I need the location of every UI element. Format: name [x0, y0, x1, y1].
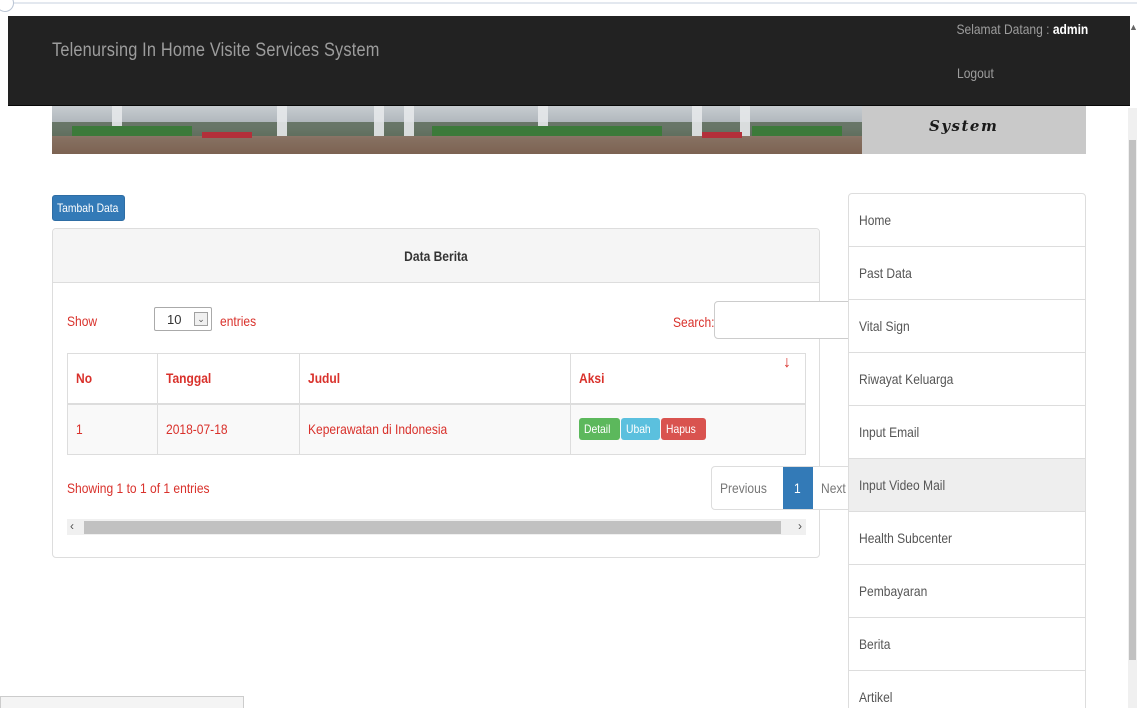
search-label: Search: — [673, 314, 715, 330]
welcome-text: Selamat Datang : admin — [956, 21, 1088, 37]
panel-heading: Data Berita — [53, 229, 819, 283]
table-header-row: No Tanggal Judul Aksi ↓ — [67, 353, 806, 405]
sidebar-item-vital-sign[interactable]: Vital Sign — [848, 300, 1086, 353]
entries-label: entries — [220, 313, 257, 329]
column-header-aksi[interactable]: Aksi ↓ — [570, 353, 806, 405]
banner-system-text: System — [929, 117, 999, 135]
page-length-value: 10 — [167, 312, 182, 327]
sidebar-item-riwayat-keluarga[interactable]: Riwayat Keluarga — [848, 353, 1086, 406]
sort-arrow-icon[interactable]: ↓ — [783, 354, 791, 372]
delete-button[interactable]: Hapus — [660, 418, 706, 441]
navbar: Telenursing In Home Visite Services Syst… — [8, 16, 1130, 106]
page-vertical-scrollbar[interactable] — [1128, 108, 1137, 708]
column-header-judul[interactable]: Judul — [298, 353, 572, 405]
pagination-previous[interactable]: Previous — [712, 467, 783, 509]
brand-title[interactable]: Telenursing In Home Visite Services Syst… — [52, 40, 379, 62]
scroll-up-icon[interactable]: ▲ — [1129, 22, 1137, 32]
add-data-button[interactable]: Tambah Data — [52, 195, 125, 221]
cell-judul: Keperawatan di Indonesia — [298, 403, 572, 455]
browser-top-strip — [0, 0, 1137, 14]
scroll-right-icon[interactable]: › — [798, 519, 802, 533]
pagination: Previous 1 Next — [711, 466, 859, 510]
welcome-prefix: Selamat Datang : — [956, 21, 1050, 37]
cell-tanggal: 2018-07-18 — [156, 403, 300, 455]
page-scrollbar-thumb[interactable] — [1129, 140, 1136, 660]
sidebar-menu: Home Past Data Vital Sign Riwayat Keluar… — [848, 193, 1086, 708]
sidebar-item-health-subcenter[interactable]: Health Subcenter — [848, 512, 1086, 565]
sidebar-item-input-video-mail[interactable]: Input Video Mail — [848, 459, 1086, 512]
status-bar — [0, 696, 244, 708]
detail-button[interactable]: Detail — [579, 418, 621, 441]
sidebar-item-input-email[interactable]: Input Email — [848, 406, 1086, 459]
scrollbar-thumb[interactable] — [84, 521, 781, 534]
news-table: No Tanggal Judul Aksi ↓ 1 2018-07-18 Kep… — [67, 353, 806, 455]
add-data-label: Tambah Data — [57, 201, 119, 215]
table-row: 1 2018-07-18 Keperawatan di Indonesia De… — [67, 403, 806, 455]
username: admin — [1052, 21, 1088, 37]
page-length-select[interactable]: 10 ⌄ — [154, 307, 212, 331]
sidebar-item-home[interactable]: Home — [848, 193, 1086, 247]
show-label: Show — [67, 313, 98, 329]
scroll-left-icon[interactable]: ‹ — [70, 519, 74, 533]
chevron-down-icon: ⌄ — [194, 312, 208, 326]
cell-actions: Detail Ubah Hapus — [570, 403, 806, 455]
search-input[interactable] — [714, 301, 858, 339]
panel-title: Data Berita — [404, 248, 468, 264]
logout-link[interactable]: Logout — [957, 65, 994, 81]
pagination-page-1[interactable]: 1 — [783, 467, 813, 509]
sidebar-item-past-data[interactable]: Past Data — [848, 247, 1086, 300]
table-horizontal-scrollbar[interactable]: ‹ › — [67, 519, 806, 535]
sidebar-item-pembayaran[interactable]: Pembayaran — [848, 565, 1086, 618]
sidebar-item-artikel[interactable]: Artikel — [848, 671, 1086, 708]
column-header-tanggal[interactable]: Tanggal — [156, 353, 300, 405]
sidebar-item-berita[interactable]: Berita — [848, 618, 1086, 671]
browser-reload-icon[interactable] — [0, 0, 14, 12]
edit-button[interactable]: Ubah — [621, 418, 660, 441]
table-info: Showing 1 to 1 of 1 entries — [67, 480, 210, 496]
banner-image — [52, 106, 862, 154]
browser-divider — [0, 2, 1137, 4]
column-header-no[interactable]: No — [67, 353, 158, 405]
news-panel: Data Berita Show 10 ⌄ entries Search: No… — [52, 228, 859, 558]
cell-no: 1 — [67, 403, 158, 455]
